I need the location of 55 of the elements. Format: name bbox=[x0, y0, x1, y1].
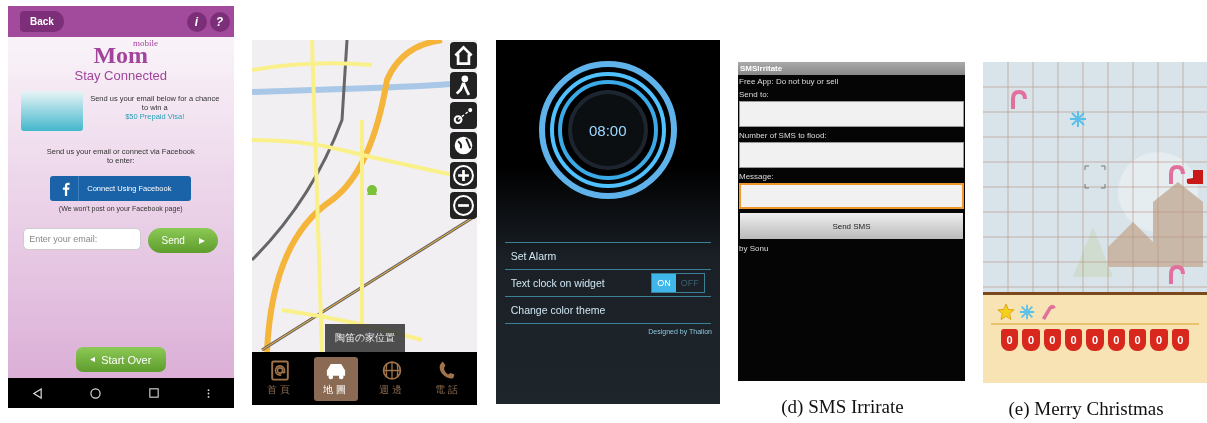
route-icon[interactable] bbox=[449, 102, 477, 129]
nav-tab[interactable]: 週邊 bbox=[370, 356, 415, 401]
person-icon[interactable] bbox=[449, 72, 477, 99]
nav-tab[interactable]: 地圖 bbox=[313, 356, 358, 401]
play-icon bbox=[198, 237, 205, 244]
input-field[interactable] bbox=[739, 183, 964, 209]
nav-tab[interactable]: 電話 bbox=[426, 356, 471, 401]
location-toast: 陶笛の家位置 bbox=[324, 324, 405, 352]
info-button[interactable]: i bbox=[186, 11, 207, 32]
stocking-counter: 0 bbox=[1043, 329, 1061, 351]
stocking-counter: 0 bbox=[1086, 329, 1104, 351]
input-field[interactable] bbox=[739, 142, 964, 168]
app-title: Stay Connected bbox=[74, 68, 167, 83]
zoom-out-icon[interactable] bbox=[449, 192, 477, 219]
field-label: Number of SMS to flood: bbox=[738, 130, 828, 142]
recents-icon[interactable] bbox=[149, 388, 160, 398]
stocking-counter: 0 bbox=[1128, 329, 1147, 351]
start-over-button[interactable]: Start Over bbox=[75, 347, 166, 372]
star-icon bbox=[997, 303, 1015, 321]
globe-icon[interactable] bbox=[449, 132, 477, 159]
card-picture bbox=[20, 91, 83, 131]
stocking-counter: 0 bbox=[1022, 329, 1040, 351]
stocking-counter: 0 bbox=[1150, 329, 1168, 351]
figure-caption: (e) Merry Christmas bbox=[1008, 398, 1164, 420]
clock-time: 08:00 bbox=[588, 121, 627, 139]
nav-tab[interactable]: 首頁 bbox=[257, 356, 302, 401]
zoom-in-icon[interactable] bbox=[449, 162, 477, 189]
stocking-counter: 0 bbox=[1107, 329, 1125, 351]
candy-cane-icon bbox=[1039, 303, 1057, 321]
field-label: Send to: bbox=[738, 89, 770, 101]
figure-caption: (d) SMS Irrirate bbox=[781, 396, 904, 418]
home-icon[interactable] bbox=[90, 387, 102, 399]
menu-item[interactable]: Set Alarm bbox=[510, 250, 557, 262]
back-icon[interactable] bbox=[31, 387, 43, 399]
home-icon[interactable] bbox=[449, 42, 477, 69]
back-arrow-icon bbox=[90, 357, 96, 362]
snowflake-icon bbox=[1018, 303, 1036, 321]
field-label: Message: bbox=[738, 171, 775, 183]
input-field[interactable] bbox=[739, 101, 964, 127]
notice-text: Free App: Do not buy or sell bbox=[738, 76, 840, 88]
author-text: by Sonu bbox=[738, 243, 770, 255]
stocking-counter: 0 bbox=[1171, 329, 1189, 351]
send-button[interactable]: Send bbox=[148, 228, 219, 253]
back-button[interactable]: Back bbox=[20, 11, 64, 32]
menu-item[interactable]: Change color theme bbox=[510, 304, 606, 316]
logo-subtext: mobile bbox=[133, 39, 159, 48]
help-button[interactable]: ? bbox=[209, 11, 230, 32]
send-sms-button[interactable]: Send SMS bbox=[740, 213, 963, 239]
email-field[interactable]: Enter your email: bbox=[23, 228, 142, 250]
setting-label: Text clock on widget bbox=[510, 277, 605, 289]
title-bar: SMSIrritate bbox=[738, 62, 965, 75]
stocking-counter: 0 bbox=[1065, 329, 1083, 351]
more-icon[interactable] bbox=[206, 387, 210, 399]
facebook-icon bbox=[62, 181, 71, 196]
stocking-counter: 0 bbox=[1001, 329, 1019, 351]
